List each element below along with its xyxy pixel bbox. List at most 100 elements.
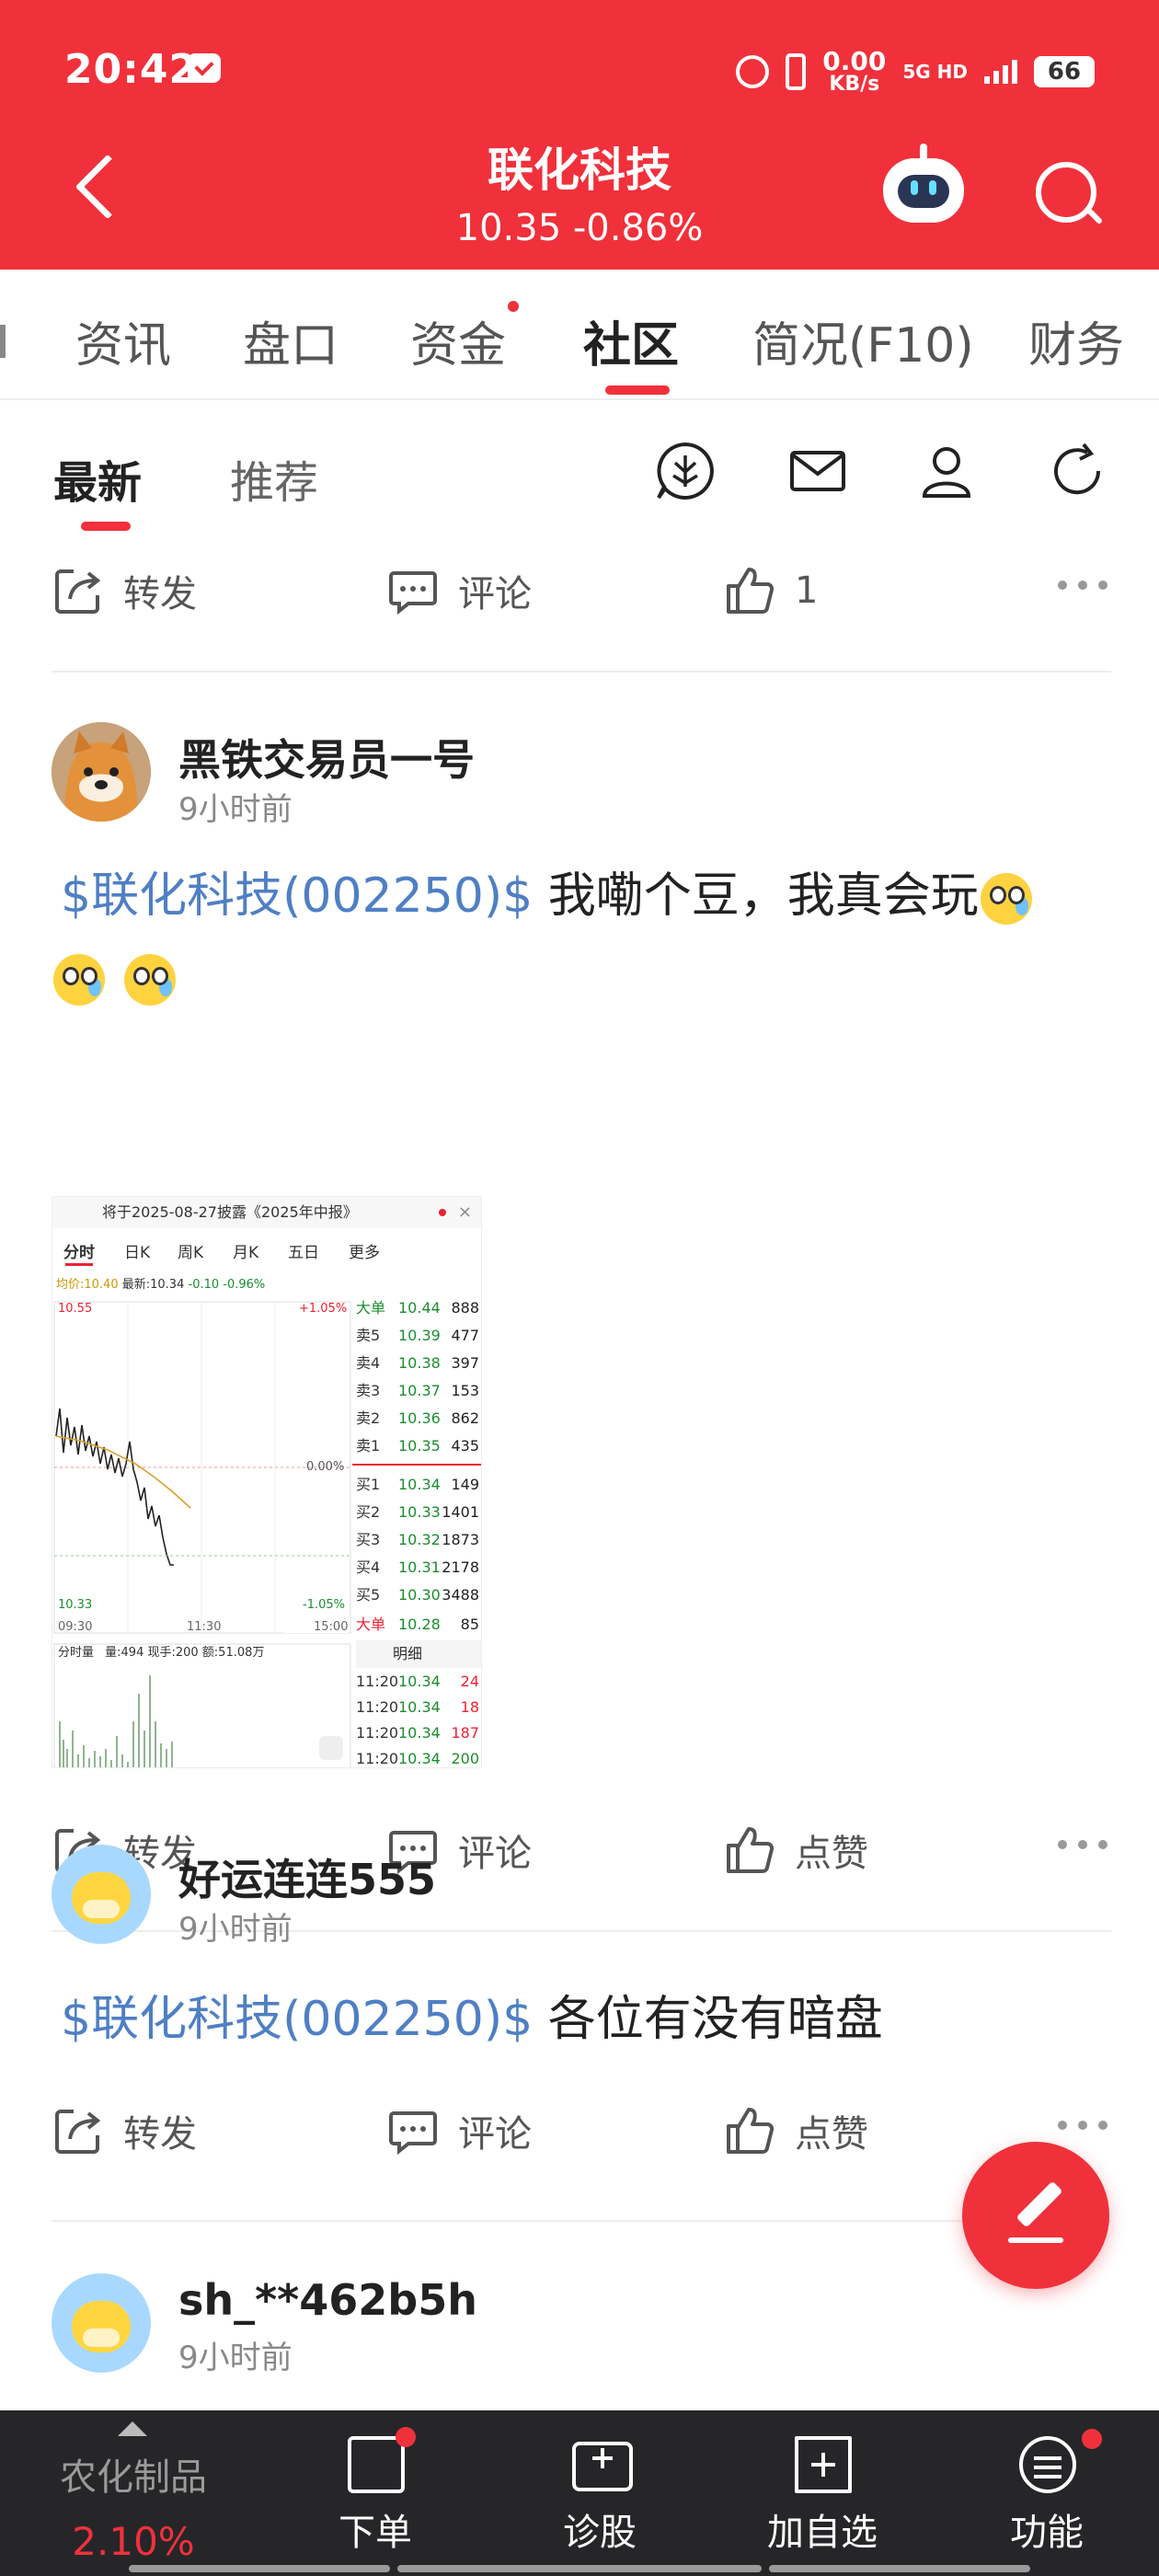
gesture-bar	[129, 2565, 390, 2572]
chart-time-end: 15:00	[314, 1620, 349, 1634]
community-feed: 转发 评论 1 黑铁交易员一号 9小时前 $联化科技(002250)$ 我嘞个豆…	[0, 538, 1159, 2410]
intraday-price-chart	[53, 1301, 351, 1767]
sector-name[interactable]: 农化制品	[0, 2447, 267, 2501]
functions-button[interactable]: 功能	[955, 2410, 1139, 2576]
mail-icon[interactable]	[787, 441, 848, 501]
comment-icon	[389, 2111, 437, 2156]
tab-active-indicator	[605, 385, 670, 395]
chart-top-price: 10.55	[58, 1302, 93, 1316]
like-count: 1	[795, 569, 819, 612]
sweat-smile-emoji-icon	[980, 873, 1032, 925]
report-notice: 将于2025-08-27披露《2025年中报》	[52, 1197, 481, 1228]
battery-icon: 66	[1034, 56, 1095, 87]
stock-price-change: 10.35 -0.86%	[0, 207, 1159, 249]
subtab-latest[interactable]: 最新	[53, 446, 142, 511]
post-text: 我嘞个豆，我真会玩	[547, 868, 979, 924]
post-divider	[52, 671, 1111, 673]
post-time: 9小时前	[178, 1911, 293, 1948]
more-options-icon[interactable]	[1058, 1840, 1107, 1849]
sweat-smile-emoji-icon	[53, 954, 105, 1006]
chart-mid-pct: 0.00%	[306, 1460, 345, 1474]
post-actions: 转发 评论 点赞	[0, 1798, 1159, 1890]
like-button[interactable]: 1	[723, 564, 818, 617]
status-time: 20:42	[64, 46, 199, 93]
message-notification-icon	[188, 53, 221, 83]
post-divider	[52, 2220, 1111, 2222]
chart-low-price: 10.33	[58, 1598, 93, 1612]
like-button[interactable]: 点赞	[723, 1823, 868, 1877]
comment-icon	[389, 571, 437, 615]
tab-funds[interactable]: 资金	[410, 306, 506, 375]
alarm-icon	[736, 55, 770, 88]
repost-icon	[55, 569, 101, 614]
signal-icon	[984, 60, 1017, 84]
expand-up-icon[interactable]	[118, 2421, 147, 2436]
place-order-button[interactable]: 下单	[283, 2410, 467, 2576]
notice-dot	[439, 1209, 446, 1216]
stock-title: 联化科技	[488, 144, 671, 197]
gesture-bar	[397, 2565, 762, 2572]
volume-label: 分时量 量:494 现手:200 额:51.08万	[58, 1646, 265, 1660]
post-author[interactable]: sh_**462b5h	[178, 2275, 477, 2325]
ai-assistant-icon[interactable]	[883, 144, 964, 223]
stock-price: 10.35	[455, 207, 562, 249]
network-speed: 0.00 KB/s	[822, 46, 887, 96]
post-image-stock-chart[interactable]: 将于2025-08-27披露《2025年中报》 × 分时 日K 周K 月K 五日…	[52, 1196, 482, 1768]
repost-button[interactable]: 转发	[52, 2104, 197, 2157]
network-type: 5G HD	[902, 61, 968, 83]
post-time: 9小时前	[178, 791, 293, 828]
close-icon: ×	[457, 1202, 472, 1222]
order-book: 大单 10.44 888 卖5 10.39 477 卖4 10.38 397 卖3 10.37…	[352, 1289, 481, 1767]
post-actions: 转发 评论 点赞	[0, 2078, 1159, 2170]
tab-profile-f10[interactable]: 简况(F10)	[752, 306, 974, 375]
chart-top-pct: +1.05%	[299, 1302, 348, 1316]
tab-funds-badge	[508, 301, 519, 312]
diagnose-stock-button[interactable]: 诊股	[508, 2410, 692, 2576]
robot-eye-left	[911, 180, 918, 195]
post-author[interactable]: 好运连连555	[178, 1846, 436, 1907]
tab-finance[interactable]: 财务	[1028, 306, 1124, 375]
robot-eye-right	[929, 180, 936, 195]
compose-post-button[interactable]	[962, 2142, 1109, 2289]
post-text: 各位有没有暗盘	[547, 1992, 883, 2047]
add-watchlist-button[interactable]: 加自选	[730, 2410, 914, 2576]
stock-change: -0.86%	[572, 207, 704, 249]
thumbs-up-icon	[727, 1827, 775, 1873]
chart-time-mid: 11:30	[187, 1620, 222, 1634]
tab-community[interactable]: 社区	[583, 306, 679, 375]
avatar[interactable]	[52, 2273, 151, 2373]
subtab-recommend[interactable]: 推荐	[230, 446, 318, 511]
avatar[interactable]	[52, 722, 151, 822]
avatar[interactable]	[52, 1845, 151, 1944]
post-content[interactable]: $联化科技(002250)$ 我嘞个豆，我真会玩	[52, 856, 1119, 1018]
sector-change: 2.10%	[72, 2519, 195, 2564]
tab-news[interactable]: 资讯	[75, 306, 171, 375]
bottom-toolbar: 农化制品 2.10% 下单 诊股 加自选 功能	[0, 2410, 1159, 2576]
more-options-icon[interactable]	[1058, 2121, 1107, 2130]
subtab-active-indicator	[81, 522, 131, 531]
comment-button[interactable]: 评论	[386, 564, 532, 617]
refresh-icon[interactable]	[1047, 441, 1107, 501]
post-actions: 转发 评论 1	[0, 538, 1159, 630]
post-author[interactable]: 黑铁交易员一号	[178, 727, 475, 788]
chart-low-pct: -1.05%	[303, 1598, 345, 1612]
user-icon[interactable]	[916, 441, 977, 501]
repost-button[interactable]: 转发	[52, 564, 197, 617]
chart-time-start: 09:30	[58, 1620, 93, 1634]
stock-tag-link[interactable]: $联化科技(002250)$	[61, 868, 533, 924]
tab-overflow-left	[0, 325, 6, 358]
search-icon[interactable]	[1036, 162, 1096, 223]
like-button[interactable]: 点赞	[723, 2104, 868, 2157]
community-subtabs: 最新 推荐	[0, 400, 1159, 538]
menu-circle-icon	[1019, 2436, 1076, 2493]
thumbs-up-icon	[727, 2108, 775, 2154]
stock-tag-link[interactable]: $联化科技(002250)$	[61, 1992, 533, 2047]
community-logo-icon[interactable]	[655, 441, 716, 501]
more-options-icon[interactable]	[1058, 581, 1107, 590]
post-time: 9小时前	[178, 2340, 293, 2376]
gesture-bar	[769, 2565, 1030, 2572]
comment-button[interactable]: 评论	[386, 2104, 532, 2157]
post-content[interactable]: $联化科技(002250)$ 各位有没有暗盘	[52, 1979, 1119, 2060]
tab-order-book[interactable]: 盘口	[243, 306, 339, 375]
functions-badge	[1082, 2429, 1102, 2449]
